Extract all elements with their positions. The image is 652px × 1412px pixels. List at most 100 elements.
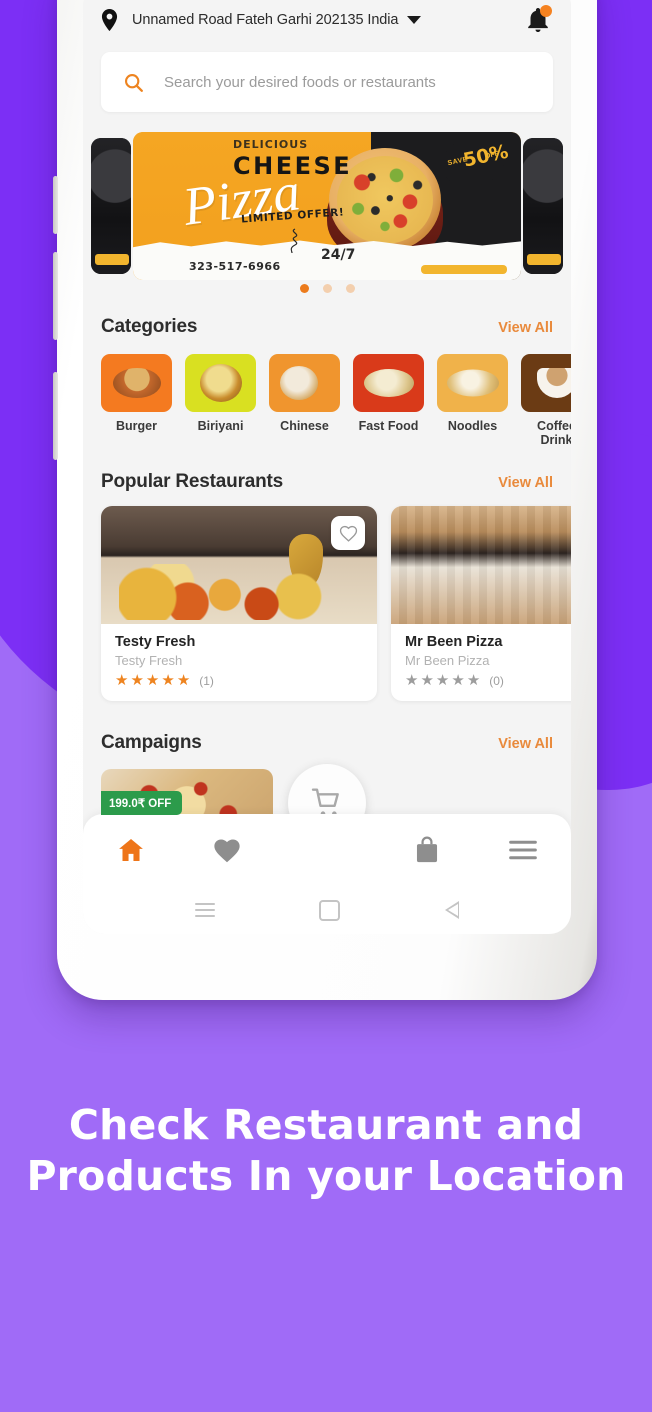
caption-line-2: Products In your Location <box>26 1152 626 1200</box>
category-thumbnail <box>437 354 508 412</box>
popular-restaurants-header: Popular Restaurants View All <box>101 471 553 493</box>
restaurant-image <box>101 506 377 624</box>
categories-title: Categories <box>101 316 198 337</box>
category-label: Chinese <box>280 419 329 433</box>
carousel-indicators[interactable] <box>83 284 571 293</box>
location-label: Unnamed Road Fateh Garhi 202135 India <box>132 12 399 28</box>
nav-item-menu[interactable] <box>475 814 571 886</box>
caption-line-1: Check Restaurant and <box>68 1101 584 1149</box>
star-icon: ★ <box>405 672 419 689</box>
search-input[interactable]: Search your desired foods or restaurants <box>101 52 553 112</box>
campaign-discount-badge: 199.0₹ OFF <box>101 791 183 815</box>
category-label: Burger <box>116 419 157 433</box>
star-icon: ★ <box>451 672 465 689</box>
category-label: Noodles <box>447 419 498 433</box>
restaurant-subtitle: Mr Been Pizza <box>405 653 490 668</box>
star-icon: ★ <box>420 672 434 689</box>
restaurant-subtitle: Testy Fresh <box>115 653 183 668</box>
campaigns-header: Campaigns View All <box>101 732 553 754</box>
nav-fab-spacer <box>274 814 379 886</box>
carousel-dot-2[interactable] <box>322 284 332 293</box>
star-icon: ★ <box>115 672 129 689</box>
category-label: Coffee Drink <box>537 419 571 447</box>
star-icon: ★ <box>435 672 450 689</box>
marketing-caption: Check Restaurant and Products In your Lo… <box>0 1100 652 1202</box>
campaigns-title: Campaigns <box>101 732 202 753</box>
banner-delicious-text: DELICIOUS <box>233 138 309 151</box>
nav-item-orders[interactable] <box>380 814 476 886</box>
chevron-down-icon[interactable] <box>407 16 422 24</box>
category-thumbnail <box>269 354 340 412</box>
banner-phone-number: 323-517-6966 <box>189 260 281 273</box>
star-icon: ★ <box>176 672 191 689</box>
promo-banner-active[interactable]: DELICIOUS CHEESE Pizza LIMITED OFFER! 32… <box>133 132 521 280</box>
nav-item-favorites[interactable] <box>179 814 275 886</box>
menu-icon <box>509 840 538 860</box>
category-item-biriyani[interactable]: Biriyani <box>185 354 256 447</box>
carousel-dot-3[interactable] <box>345 284 355 293</box>
heart-icon <box>213 838 240 862</box>
app-viewport: Unnamed Road Fateh Garhi 202135 India Se… <box>83 0 571 934</box>
system-navigation-bar[interactable] <box>83 886 571 934</box>
restaurant-name: Testy Fresh <box>115 634 196 650</box>
popular-restaurants-title: Popular Restaurants <box>101 471 284 492</box>
category-item-noodles[interactable]: Noodles <box>437 354 508 447</box>
rating-row: ★ ★ ★ ★ ★ (1) <box>115 673 363 688</box>
popular-restaurants-list[interactable]: Testy Fresh Testy Fresh ★ ★ ★ ★ ★ (1) Mr… <box>101 506 571 701</box>
squiggle-decoration <box>290 228 298 254</box>
star-icon: ★ <box>130 672 144 689</box>
promo-carousel[interactable]: DELICIOUS CHEESE Pizza LIMITED OFFER! 32… <box>83 132 571 280</box>
banner-hours-text: 24/7 <box>321 247 356 263</box>
rating-row: ★ ★ ★ ★ ★ (0) <box>405 673 571 688</box>
phone-button-mute[interactable] <box>53 176 58 234</box>
notification-button[interactable] <box>523 5 553 35</box>
category-thumbnail <box>185 354 256 412</box>
categories-view-all-button[interactable]: View All <box>498 320 553 336</box>
restaurant-name: Mr Been Pizza <box>405 634 503 650</box>
category-item-chinese[interactable]: Chinese <box>269 354 340 447</box>
category-label: Biriyani <box>197 419 244 433</box>
favorite-button[interactable] <box>331 516 365 550</box>
teapot-decoration <box>289 534 323 586</box>
shopping-bag-icon <box>417 836 438 863</box>
category-item-fast-food[interactable]: Fast Food <box>353 354 424 447</box>
popular-restaurants-view-all-button[interactable]: View All <box>498 475 553 491</box>
category-item-coffee-drink[interactable]: Coffee Drink <box>521 354 571 447</box>
restaurant-info: Testy Fresh Testy Fresh ★ ★ ★ ★ ★ (1) <box>101 624 377 701</box>
category-item-burger[interactable]: Burger <box>101 354 172 447</box>
restaurant-image <box>391 506 571 624</box>
category-thumbnail <box>101 354 172 412</box>
promo-banner-next[interactable] <box>523 138 563 274</box>
star-icon: ★ <box>161 672 175 689</box>
rating-count: (1) <box>199 673 214 688</box>
categories-header: Categories View All <box>101 316 553 338</box>
location-bar[interactable]: Unnamed Road Fateh Garhi 202135 India <box>83 0 571 46</box>
phone-button-volume-up[interactable] <box>53 252 58 340</box>
recents-icon[interactable] <box>195 899 216 921</box>
search-placeholder: Search your desired foods or restaurants <box>164 73 436 91</box>
map-pin-icon <box>101 9 118 31</box>
home-square-icon[interactable] <box>319 899 341 921</box>
bottom-navigation-bar[interactable] <box>83 814 571 886</box>
heart-outline-icon <box>339 525 357 542</box>
campaigns-view-all-button[interactable]: View All <box>498 736 553 752</box>
promo-banner-prev[interactable] <box>91 138 131 274</box>
categories-list[interactable]: Burger Biriyani Chinese Fast Food Noodle… <box>101 354 571 447</box>
carousel-dot-1[interactable] <box>299 284 309 293</box>
star-icon: ★ <box>466 672 481 689</box>
rating-count: (0) <box>489 673 504 688</box>
nav-item-home[interactable] <box>83 814 179 886</box>
restaurant-info: Mr Been Pizza Mr Been Pizza ★ ★ ★ ★ ★ (0… <box>391 624 571 701</box>
back-triangle-icon[interactable] <box>444 901 459 919</box>
phone-button-volume-down[interactable] <box>53 372 58 460</box>
star-icon: ★ <box>145 672 160 689</box>
category-thumbnail <box>353 354 424 412</box>
category-label: Fast Food <box>358 419 419 433</box>
restaurant-card[interactable]: Mr Been Pizza Mr Been Pizza ★ ★ ★ ★ ★ (0… <box>391 506 571 701</box>
search-icon <box>125 73 143 92</box>
phone-device: Unnamed Road Fateh Garhi 202135 India Se… <box>53 0 597 1000</box>
category-thumbnail <box>521 354 571 412</box>
notification-badge-dot <box>540 5 552 17</box>
home-icon <box>118 839 143 861</box>
restaurant-card[interactable]: Testy Fresh Testy Fresh ★ ★ ★ ★ ★ (1) <box>101 506 377 701</box>
